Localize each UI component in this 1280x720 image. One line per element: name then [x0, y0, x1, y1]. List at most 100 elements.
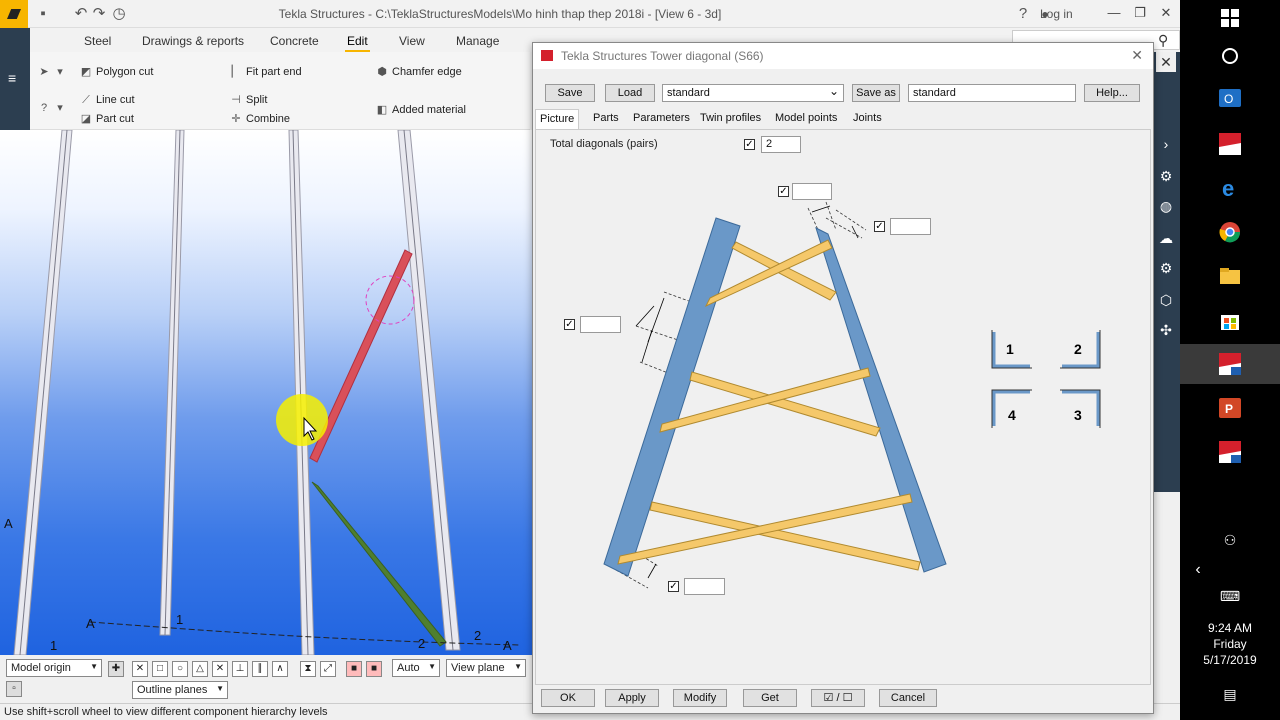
status-hint: Use shift+scroll wheel to view different… — [4, 706, 328, 718]
ok-button[interactable]: OK — [541, 689, 595, 707]
side-offset-checkbox[interactable]: ✓ — [564, 319, 575, 330]
outline-planes-select[interactable]: Outline planes — [132, 681, 228, 699]
snap-parallel-icon[interactable]: ∥ — [252, 661, 268, 677]
settings-icon[interactable]: ⚙ — [1156, 258, 1176, 278]
snap-free-icon[interactable]: ⤢ — [320, 661, 336, 677]
tab-view[interactable]: View — [399, 34, 425, 48]
show-hidden-icons[interactable]: ‹ — [1186, 558, 1210, 582]
dialog-close-icon[interactable]: ✕ — [1131, 47, 1143, 64]
snap-triangle-icon[interactable]: △ — [192, 661, 208, 677]
combine-button[interactable]: ✛ Combine — [230, 113, 290, 125]
windows-start-icon[interactable] — [1218, 6, 1242, 30]
bottom-offset-input[interactable] — [684, 578, 725, 595]
file-explorer-icon[interactable] — [1218, 264, 1242, 288]
line-cut-button[interactable]: ⟋ Line cut — [80, 94, 134, 106]
part-cut-button[interactable]: ◪ Part cut — [80, 113, 134, 125]
tekla-2017-icon[interactable] — [1218, 132, 1242, 156]
tab-manage[interactable]: Manage — [456, 34, 499, 48]
modify-button[interactable]: Modify — [673, 689, 727, 707]
expand-panel-icon[interactable]: › — [1156, 134, 1176, 154]
edge-icon[interactable]: e — [1218, 176, 1242, 200]
split-button[interactable]: ⊣ Split — [230, 94, 267, 106]
snap-end-icon[interactable]: ✕ — [132, 661, 148, 677]
snap-override-icon[interactable]: ■ — [366, 661, 382, 677]
cube-icon[interactable]: ⬡ — [1156, 290, 1176, 310]
tekla-2019-icon[interactable] — [1218, 440, 1242, 464]
chamfer-edge-button[interactable]: ⬢ Chamfer edge — [376, 66, 462, 78]
tab-drawings-reports[interactable]: Drawings & reports — [142, 34, 244, 48]
model-origin-select[interactable]: Model origin — [6, 659, 102, 677]
chrome-icon[interactable] — [1218, 220, 1242, 244]
help-icon[interactable]: ? — [1014, 5, 1032, 23]
preset-select[interactable]: standard — [662, 84, 844, 102]
cancel-button[interactable]: Cancel — [879, 689, 937, 707]
minimize-icon[interactable]: — — [1104, 5, 1124, 20]
close-panel-icon[interactable]: ✕ — [1156, 52, 1176, 72]
close-icon[interactable]: ✕ — [1156, 5, 1176, 21]
top-gap-checkbox[interactable]: ✓ — [778, 186, 789, 197]
apply-button[interactable]: Apply — [605, 689, 659, 707]
save-as-name-input[interactable]: standard — [908, 84, 1076, 102]
grid-label: 1 — [176, 612, 183, 627]
snap-icon[interactable]: ✚ — [108, 661, 124, 677]
snap-hourglass-icon[interactable]: ⧗ — [300, 661, 316, 677]
top-gap-input[interactable] — [792, 183, 832, 200]
panel-toggle-icon[interactable]: ▫ — [6, 681, 22, 697]
tab-picture[interactable]: Picture — [535, 109, 580, 129]
restore-icon[interactable]: ❐ — [1130, 5, 1150, 21]
snap-filter-icon[interactable]: ■ — [346, 661, 362, 677]
globe-icon[interactable]: ◍ — [1156, 196, 1176, 216]
tekla-dialog-icon — [541, 50, 553, 61]
fit-part-end-button[interactable]: ▏ Fit part end — [230, 66, 302, 78]
components-icon[interactable]: ✣ — [1156, 320, 1176, 340]
menu-icon[interactable]: ≡ — [8, 70, 16, 86]
cortana-icon[interactable] — [1218, 44, 1242, 68]
notifications-icon[interactable]: ▤ — [1218, 682, 1242, 706]
tower-diagram: 1 2 4 3 — [603, 201, 1101, 589]
corner-label-2: 2 — [1074, 341, 1082, 357]
save-button[interactable]: Save — [545, 84, 595, 102]
help-button[interactable]: Help... — [1084, 84, 1140, 102]
load-button[interactable]: Load — [605, 84, 655, 102]
login-link[interactable]: Log in — [1040, 7, 1073, 21]
keyboard-icon[interactable]: ⌨ — [1218, 584, 1242, 608]
tab-twin-profiles[interactable]: Twin profiles — [696, 109, 765, 129]
select-icon[interactable]: ➤ ▾ — [38, 66, 66, 78]
snap-circle-icon[interactable]: ○ — [172, 661, 188, 677]
snap-cross-icon[interactable]: ✕ — [212, 661, 228, 677]
tab-concrete[interactable]: Concrete — [270, 34, 319, 48]
left-rail: ≡ — [0, 28, 30, 130]
model-viewport[interactable]: A A 1 1 2 2 A — [0, 130, 532, 655]
tab-parameters[interactable]: Parameters — [629, 109, 694, 129]
query-icon[interactable]: ? ▾ — [38, 102, 66, 114]
property-icon[interactable]: ⚙ — [1156, 166, 1176, 186]
tab-steel[interactable]: Steel — [84, 34, 111, 48]
people-icon[interactable]: ⚇ — [1218, 528, 1242, 552]
outlook-icon[interactable]: O — [1218, 86, 1242, 110]
save-as-button[interactable]: Save as — [852, 84, 900, 102]
get-button[interactable]: Get — [743, 689, 797, 707]
added-material-button[interactable]: ◧ Added material — [376, 104, 466, 116]
polygon-cut-button[interactable]: ◩ Polygon cut — [80, 66, 154, 78]
store-icon[interactable] — [1218, 308, 1242, 332]
tab-joints[interactable]: Joints — [849, 109, 886, 129]
toggle-all-button[interactable]: ☑ / ☐ — [811, 689, 865, 707]
top-offset-checkbox[interactable]: ✓ — [874, 221, 885, 232]
side-offset-input[interactable] — [580, 316, 621, 333]
view-plane-select[interactable]: View plane — [446, 659, 526, 677]
system-clock[interactable]: 9:24 AM Friday 5/17/2019 — [1180, 620, 1280, 668]
auto-select[interactable]: Auto — [392, 659, 440, 677]
cloud-icon[interactable]: ☁ — [1156, 228, 1176, 248]
powerpoint-icon[interactable]: P — [1218, 396, 1242, 420]
dialog-title-bar: Tekla Structures Tower diagonal (S66) ✕ — [533, 43, 1153, 69]
tab-edit[interactable]: Edit — [345, 34, 370, 53]
top-offset-input[interactable] — [890, 218, 931, 235]
search-icon[interactable]: ⚲ — [1158, 32, 1168, 49]
snap-perpendicular-icon[interactable]: ⊥ — [232, 661, 248, 677]
bottom-offset-checkbox[interactable]: ✓ — [668, 581, 679, 592]
tab-parts[interactable]: Parts — [589, 109, 623, 129]
snap-angle-icon[interactable]: ∧ — [272, 661, 288, 677]
tab-model-points[interactable]: Model points — [771, 109, 841, 129]
snap-square-icon[interactable]: □ — [152, 661, 168, 677]
tekla-structures-icon[interactable] — [1218, 352, 1242, 376]
